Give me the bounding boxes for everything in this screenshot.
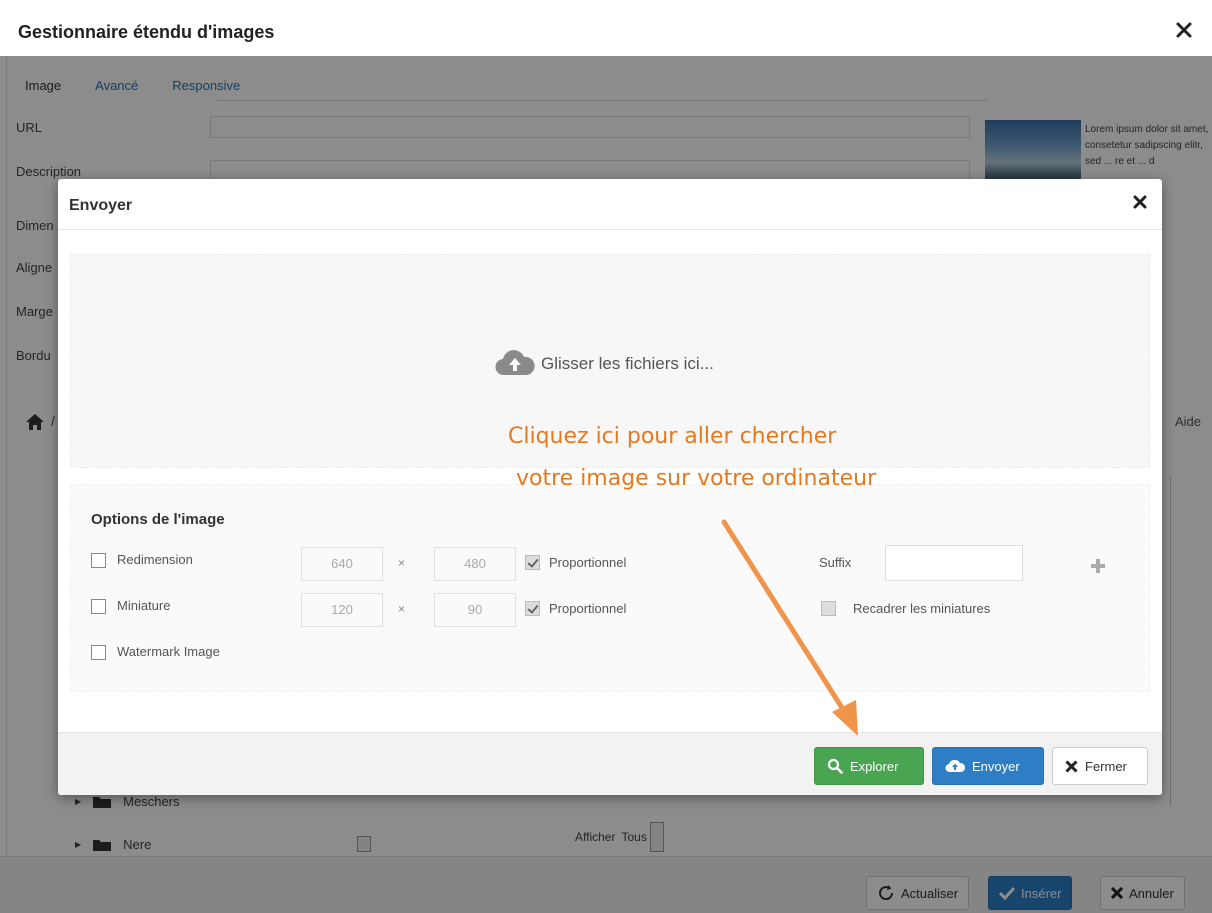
suffix-label: Suffix — [819, 555, 852, 570]
thumbnail-width-input[interactable]: 120 — [301, 593, 383, 627]
resize-proportional-checkbox[interactable] — [525, 555, 540, 570]
dropzone-text: Glisser les fichiers ici... — [541, 354, 714, 373]
outer-dialog-header: Gestionnaire étendu d'images — [0, 0, 1212, 56]
modal-footer: Explorer Envoyer Fermer — [58, 732, 1162, 795]
resize-proportional-label: Proportionnel — [549, 555, 627, 570]
send-button[interactable]: Envoyer — [932, 747, 1044, 785]
thumbnail-height-input[interactable]: 90 — [434, 593, 516, 627]
watermark-checkbox[interactable] — [91, 645, 106, 660]
explore-button[interactable]: Explorer — [814, 747, 924, 785]
resize-width-input[interactable]: 640 — [301, 547, 383, 581]
modal-header-divider — [58, 229, 1162, 230]
annotation-line-1: Cliquez ici pour aller chercher — [508, 424, 837, 449]
suffix-input[interactable] — [885, 545, 1023, 581]
resize-label: Redimension — [117, 552, 193, 567]
close-icon[interactable] — [1132, 194, 1148, 210]
screen: Gestionnaire étendu d'images Image Avanc… — [0, 0, 1212, 913]
search-icon — [827, 758, 843, 774]
close-button[interactable]: Fermer — [1052, 747, 1148, 785]
plus-icon[interactable] — [1089, 557, 1107, 575]
crop-thumbnails-checkbox[interactable] — [821, 601, 836, 616]
close-icon[interactable] — [1174, 20, 1194, 40]
thumbnail-checkbox[interactable] — [91, 599, 106, 614]
cloud-upload-icon — [945, 759, 965, 773]
times-sign: × — [398, 556, 406, 570]
crop-thumbnails-label: Recadrer les miniatures — [853, 601, 991, 616]
thumbnail-proportional-checkbox[interactable] — [525, 601, 540, 616]
thumbnail-proportional-label: Proportionnel — [549, 601, 627, 616]
modal-title: Envoyer — [69, 197, 133, 214]
close-button-label: Fermer — [1085, 758, 1127, 774]
outer-dialog-title: Gestionnaire étendu d'images — [18, 22, 275, 42]
cloud-upload-icon — [495, 350, 535, 376]
watermark-label: Watermark Image — [117, 644, 220, 659]
image-options-panel: Options de l'image Redimension 640 × 480… — [70, 484, 1150, 692]
send-button-label: Envoyer — [972, 758, 1020, 774]
thumbnail-label: Miniature — [117, 598, 171, 613]
annotation-line-2: votre image sur votre ordinateur — [516, 466, 877, 491]
close-icon — [1065, 759, 1078, 773]
explore-button-label: Explorer — [850, 758, 899, 774]
resize-height-input[interactable]: 480 — [434, 547, 516, 581]
times-sign: × — [398, 602, 406, 616]
options-title: Options de l'image — [91, 511, 225, 528]
resize-checkbox[interactable] — [91, 553, 106, 568]
